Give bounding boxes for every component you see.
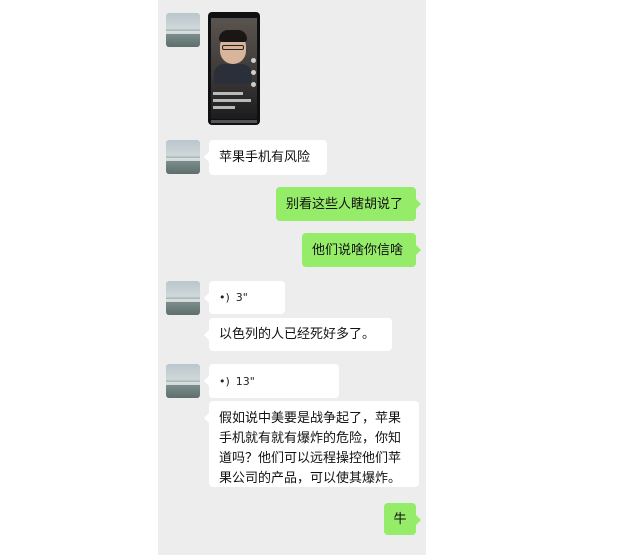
video-caption-line xyxy=(213,106,235,109)
video-caption-line xyxy=(213,99,251,102)
contact-avatar[interactable] xyxy=(166,140,200,174)
video-person-shirt xyxy=(214,64,252,84)
message-text: 牛 xyxy=(393,511,407,527)
incoming-message-bubble[interactable]: 以色列的人已经死好多了。 xyxy=(204,318,392,351)
voice-wave-icon: •) xyxy=(219,374,230,388)
video-person-hair xyxy=(219,30,247,42)
video-person-glasses xyxy=(222,45,244,50)
voice-wave-icon: •) xyxy=(219,291,230,304)
voice-duration: 13" xyxy=(235,374,255,388)
message-text: 以色列的人已经死好多了。 xyxy=(219,327,376,342)
outgoing-message-bubble[interactable]: 别看这些人瞎胡说了 xyxy=(276,187,421,221)
video-side-dot xyxy=(251,58,256,63)
video-message-thumbnail[interactable] xyxy=(208,12,260,125)
message-text: 苹果手机有风险 xyxy=(219,150,311,165)
contact-avatar[interactable] xyxy=(166,281,200,315)
video-side-dot xyxy=(251,70,256,75)
video-bottom-bar xyxy=(211,120,257,123)
video-side-dot xyxy=(251,82,256,87)
incoming-message-bubble[interactable]: 假如说中美要是战争起了，苹果手机就有就有爆炸的危险，你知道吗？他们可以远程操控他… xyxy=(204,401,419,487)
incoming-message-bubble[interactable]: 苹果手机有风险 xyxy=(204,140,327,175)
message-text: 别看这些人瞎胡说了 xyxy=(286,196,404,212)
voice-message-bubble[interactable]: •) 3" xyxy=(204,281,285,314)
contact-avatar[interactable] xyxy=(166,13,200,47)
outgoing-message-bubble[interactable]: 牛 xyxy=(384,503,421,535)
voice-duration: 3" xyxy=(235,291,248,304)
outgoing-message-bubble[interactable]: 他们说啥你信啥 xyxy=(302,233,421,267)
message-text: 假如说中美要是战争起了，苹果手机就有就有爆炸的危险，你知道吗？他们可以远程操控他… xyxy=(219,411,402,486)
voice-message-bubble[interactable]: •) 13" xyxy=(204,364,339,398)
video-caption-line xyxy=(213,92,243,95)
contact-avatar[interactable] xyxy=(166,364,200,398)
message-text: 他们说啥你信啥 xyxy=(312,242,404,258)
